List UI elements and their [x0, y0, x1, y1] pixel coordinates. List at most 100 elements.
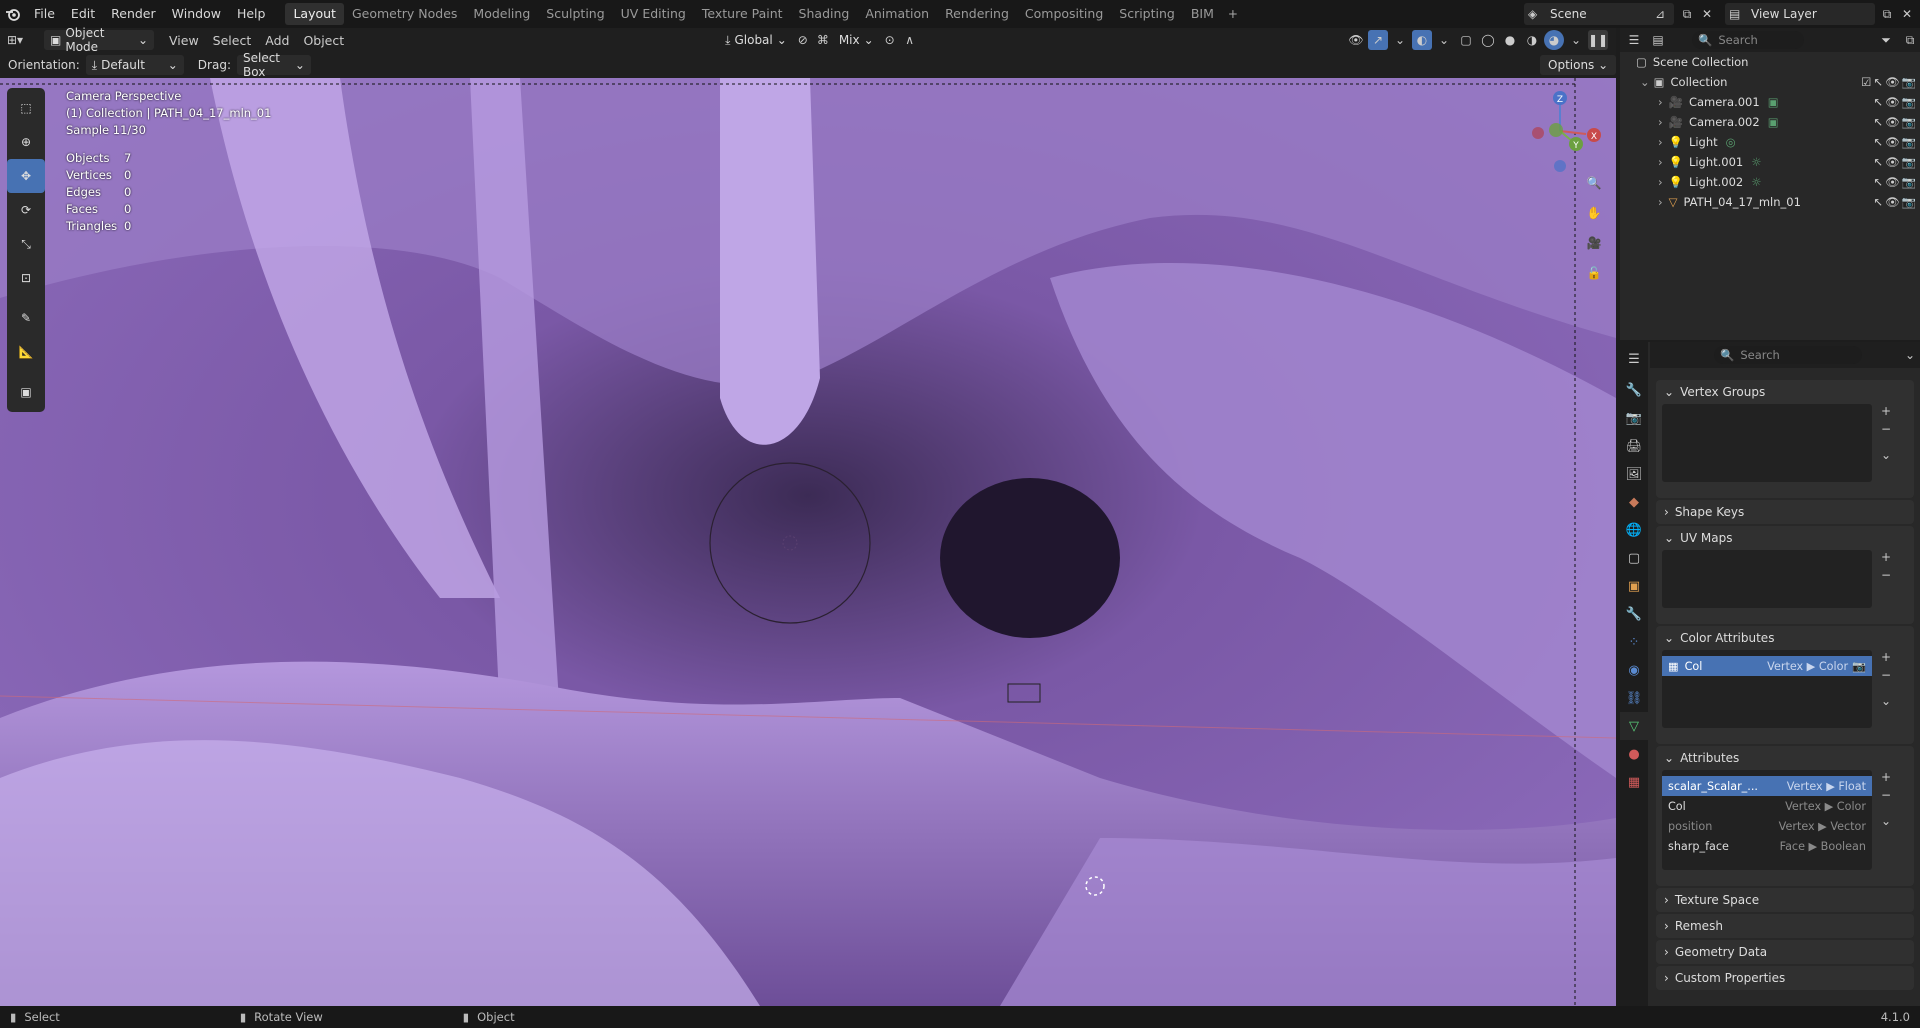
camera-icon[interactable]: 📷 — [1902, 155, 1916, 169]
transform-orientation[interactable]: ⤓ Global ⌄ — [719, 30, 793, 50]
add-icon[interactable]: + — [1881, 770, 1891, 784]
measure-tool-icon[interactable]: 📐 — [7, 335, 45, 369]
camera-icon[interactable]: 📷 — [1902, 135, 1916, 149]
pivot-point-icon[interactable]: ⊘ — [793, 30, 813, 50]
snap-icon[interactable]: ⌘ — [813, 30, 833, 50]
drag-dropdown[interactable]: Select Box ⌄ — [236, 51, 311, 79]
wireframe-shading-icon[interactable]: ◯ — [1478, 30, 1498, 50]
remove-icon[interactable]: − — [1881, 422, 1891, 436]
transform-tool-icon[interactable]: ⊡ — [7, 261, 45, 295]
tab-bim[interactable]: BIM — [1183, 3, 1222, 25]
eye-icon[interactable]: 👁 — [1885, 115, 1900, 129]
shading-dropdown-icon[interactable]: ⌄ — [1566, 30, 1586, 50]
list-item[interactable]: Col Vertex ▶ Color — [1662, 796, 1872, 816]
remesh-header[interactable]: › Remesh — [1656, 914, 1914, 938]
expand-icon[interactable]: › — [1658, 95, 1663, 109]
add-icon[interactable]: + — [1881, 650, 1891, 664]
camera-icon[interactable]: 📷 — [1902, 115, 1916, 129]
options-button[interactable]: Options ⌄ — [1540, 55, 1617, 75]
eye-icon[interactable]: 👁 — [1885, 75, 1900, 89]
menu-edit[interactable]: Edit — [63, 3, 103, 25]
editor-type-icon[interactable]: ☰ — [1624, 30, 1644, 50]
custom-properties-header[interactable]: › Custom Properties — [1656, 966, 1914, 990]
world-tab-icon[interactable]: 🌐 — [1620, 516, 1648, 544]
constraints-tab-icon[interactable]: ⛓ — [1620, 684, 1648, 712]
camera-icon[interactable]: 📷 — [1902, 95, 1916, 109]
camera-icon[interactable]: 📷 — [1902, 75, 1916, 89]
outliner-search[interactable]: 🔍 Search — [1692, 31, 1804, 49]
expand-icon[interactable]: › — [1658, 115, 1663, 129]
pin-icon[interactable]: ⌄ — [1900, 345, 1920, 365]
add-cube-tool-icon[interactable]: ▣ — [7, 375, 45, 409]
eye-icon[interactable]: 👁 — [1885, 155, 1900, 169]
color-attributes-header[interactable]: ⌄ Color Attributes — [1656, 626, 1914, 650]
move-tool-icon[interactable]: ✥ — [7, 159, 45, 193]
menu-help[interactable]: Help — [229, 3, 274, 25]
render-camera-icon[interactable]: 📷 — [1852, 660, 1866, 673]
eye-icon[interactable]: 👁 — [1885, 195, 1900, 209]
rendered-shading-icon[interactable]: ◕ — [1544, 30, 1564, 50]
outliner-item-light[interactable]: › 💡 Light ◎ ↖ 👁 📷 — [1620, 132, 1920, 152]
select-arrow-icon[interactable]: ↖ — [1873, 195, 1883, 209]
eye-icon[interactable]: 👁 — [1885, 135, 1900, 149]
vertex-groups-header[interactable]: ⌄ Vertex Groups — [1656, 380, 1914, 404]
tab-scripting[interactable]: Scripting — [1111, 3, 1183, 25]
chevron-down-icon[interactable]: ⌄ — [1881, 814, 1891, 828]
zoom-icon[interactable]: 🔍 — [1578, 168, 1610, 198]
xray-icon[interactable]: ▢ — [1456, 30, 1476, 50]
snap-mode[interactable]: Mix ⌄ — [833, 30, 880, 50]
outliner-item-camera-002[interactable]: › 🎥 Camera.002 ▣ ↖ 👁 📷 — [1620, 112, 1920, 132]
gizmo-toggle-icon[interactable]: ↗ — [1368, 30, 1388, 50]
rotate-tool-icon[interactable]: ⟳ — [7, 193, 45, 227]
expand-icon[interactable]: › — [1658, 155, 1663, 169]
attributes-header[interactable]: ⌄ Attributes — [1656, 746, 1914, 770]
tab-compositing[interactable]: Compositing — [1017, 3, 1111, 25]
texture-tab-icon[interactable]: ▦ — [1620, 768, 1648, 796]
select-arrow-icon[interactable]: ↖ — [1873, 135, 1883, 149]
delete-scene-icon[interactable]: ✕ — [1697, 4, 1717, 24]
list-item[interactable]: position Vertex ▶ Vector — [1662, 816, 1872, 836]
geometry-data-header[interactable]: › Geometry Data — [1656, 940, 1914, 964]
annotate-tool-icon[interactable]: ✎ — [7, 301, 45, 335]
menu-window[interactable]: Window — [164, 3, 229, 25]
outliner-item-camera-001[interactable]: › 🎥 Camera.001 ▣ ↖ 👁 📷 — [1620, 92, 1920, 112]
remove-icon[interactable]: − — [1881, 788, 1891, 802]
tab-modeling[interactable]: Modeling — [465, 3, 538, 25]
scene-selector[interactable]: ◈ Scene ⊿ — [1524, 3, 1674, 25]
camera-icon[interactable]: 📷 — [1902, 175, 1916, 189]
physics-tab-icon[interactable]: ◉ — [1620, 656, 1648, 684]
blender-logo-icon[interactable] — [0, 0, 26, 28]
tab-layout[interactable]: Layout — [285, 3, 344, 25]
select-arrow-icon[interactable]: ↖ — [1873, 115, 1883, 129]
outliner-item-path[interactable]: › ▽ PATH_04_17_mln_01 ↖ 👁 📷 — [1620, 192, 1920, 212]
particles-tab-icon[interactable]: ⁘ — [1620, 628, 1648, 656]
remove-icon[interactable]: − — [1881, 568, 1891, 582]
eye-icon[interactable]: 👁 — [1885, 175, 1900, 189]
uv-maps-list[interactable]: + − — [1662, 550, 1891, 608]
color-attributes-list[interactable]: ▦ Col Vertex ▶ Color 📷 + − ⌄ — [1662, 650, 1891, 728]
display-mode-icon[interactable]: ▤ — [1648, 30, 1668, 50]
solid-shading-icon[interactable]: ● — [1500, 30, 1520, 50]
scale-tool-icon[interactable]: ⤡ — [7, 227, 45, 261]
output-tab-icon[interactable]: 🖨 — [1620, 432, 1648, 460]
outliner-item-light-001[interactable]: › 💡 Light.001 ☼ ↖ 👁 📷 — [1620, 152, 1920, 172]
navigation-gizmo[interactable]: Z X Y — [1520, 86, 1610, 176]
tab-sculpting[interactable]: Sculpting — [538, 3, 612, 25]
camera-view-icon[interactable]: 🎥 — [1578, 228, 1610, 258]
menu-view[interactable]: View — [162, 33, 206, 48]
pause-render-icon[interactable]: ❚❚ — [1588, 30, 1608, 50]
add-icon[interactable]: + — [1881, 550, 1891, 564]
new-collection-icon[interactable]: ⧉ — [1900, 30, 1920, 50]
list-item[interactable]: scalar_Scalar_... Vertex ▶ Float — [1662, 776, 1872, 796]
menu-file[interactable]: File — [26, 3, 63, 25]
select-arrow-icon[interactable]: ↖ — [1873, 95, 1883, 109]
3d-viewport[interactable]: Camera Perspective (1) Collection | PATH… — [0, 78, 1616, 1006]
editor-type-icon[interactable]: ☰ — [1620, 342, 1648, 376]
pin-icon[interactable]: ⊿ — [1650, 4, 1670, 24]
tab-animation[interactable]: Animation — [857, 3, 937, 25]
shape-keys-header[interactable]: › Shape Keys — [1656, 500, 1914, 524]
orientation-dropdown[interactable]: ⤓ Default ⌄ — [85, 55, 184, 75]
lock-icon[interactable]: 🔓 — [1578, 258, 1610, 288]
texture-space-header[interactable]: › Texture Space — [1656, 888, 1914, 912]
view-layer-selector[interactable]: ▤ View Layer — [1725, 3, 1875, 25]
